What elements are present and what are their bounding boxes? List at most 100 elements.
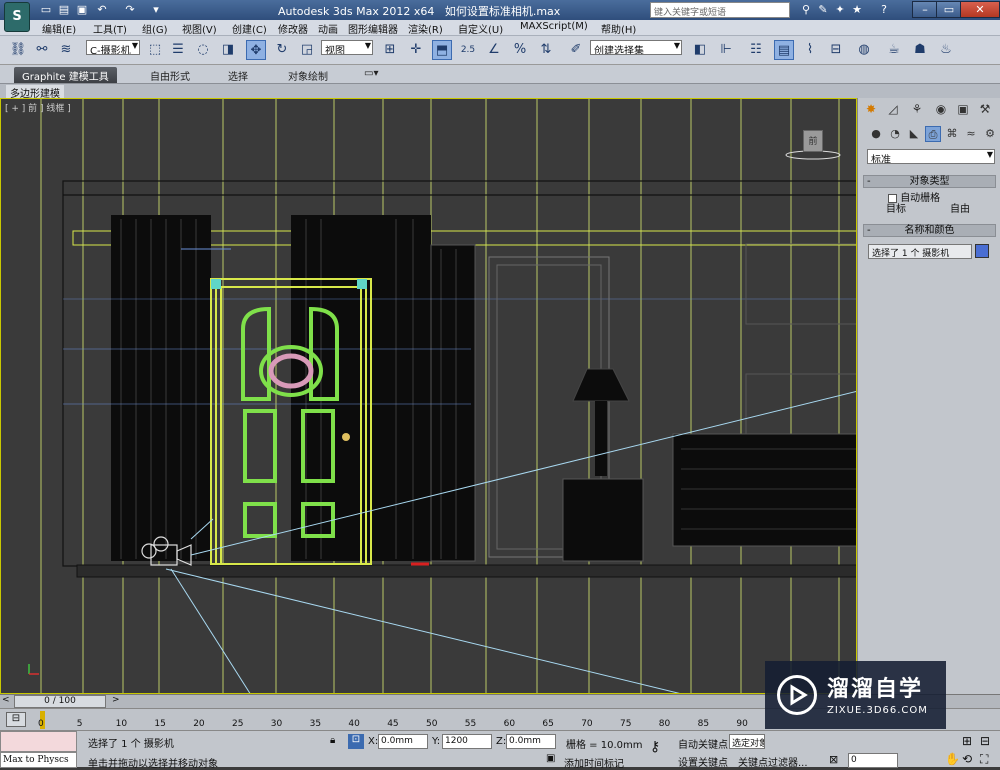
mirror-icon[interactable]: ◧ (690, 40, 710, 60)
tab-selection[interactable]: 选择 (220, 67, 256, 83)
menu-maxscript[interactable]: MAXScript(M) (520, 21, 588, 32)
percent-snap-icon[interactable]: % (510, 40, 530, 60)
create-tab-icon[interactable]: ✸ (863, 101, 879, 117)
pivot-center-icon[interactable]: ⊞ (380, 40, 400, 60)
menu-customize[interactable]: 自定义(U) (458, 21, 503, 36)
open-file-icon[interactable]: ▤ (56, 2, 72, 17)
object-category-dropdown[interactable]: 标准 ▼ (867, 149, 995, 164)
systems-icon[interactable]: ⚙ (982, 126, 998, 142)
autogrid-checkbox[interactable]: 自动栅格 (888, 189, 940, 204)
undo-icon[interactable]: ↶ (94, 2, 110, 17)
align-icon[interactable]: ⊩ (716, 40, 736, 60)
x-coordinate-field[interactable]: 0.0mm (378, 734, 428, 749)
select-and-move-icon[interactable]: ✥ (246, 40, 266, 60)
utilities-tab-icon[interactable]: ⚒ (977, 101, 993, 117)
snaps-toggle-icon[interactable]: 2.5 (458, 40, 478, 60)
select-object-icon[interactable]: ⬚ (145, 40, 165, 60)
space-warps-icon[interactable]: ≈ (963, 126, 979, 142)
help-icon[interactable]: ? (876, 2, 892, 18)
binoculars-icon[interactable]: ⚲ (798, 2, 814, 18)
name-and-color-rollout[interactable]: - 名称和颜色 (863, 224, 996, 237)
reference-coordinate-dropdown[interactable]: 视图 ▼ (321, 40, 373, 55)
time-tag-icon[interactable]: ▣ (546, 753, 555, 764)
select-and-link-icon[interactable]: ⛓ (8, 40, 28, 60)
layer-manager-icon[interactable]: ☷ (746, 40, 766, 60)
time-slider-next-icon[interactable]: > (112, 695, 120, 705)
display-tab-icon[interactable]: ▣ (955, 101, 971, 117)
menu-animation[interactable]: 动画 (318, 21, 338, 36)
ribbon-options-icon[interactable]: ▭▾ (356, 67, 386, 83)
menu-help[interactable]: 帮助(H) (601, 21, 636, 36)
curve-editor-icon[interactable]: ⌇ (800, 40, 820, 60)
maximize-viewport-icon[interactable]: ⛶ (980, 752, 988, 767)
communication-icon[interactable]: ✦ (832, 2, 848, 18)
menu-views[interactable]: 视图(V) (182, 21, 217, 36)
modify-tab-icon[interactable]: ◿ (885, 101, 901, 117)
current-frame-field[interactable]: 0 (848, 753, 898, 768)
save-file-icon[interactable]: ▣ (74, 2, 90, 17)
object-color-swatch[interactable] (975, 244, 989, 258)
selection-filter-dropdown[interactable]: C-摄影机 ▼ (86, 40, 140, 55)
named-selection-dropdown[interactable]: 创建选择集 ▼ (590, 40, 682, 55)
app-logo-icon[interactable]: S (4, 2, 30, 32)
key-icon[interactable]: ⚷ (650, 739, 660, 755)
absolute-mode-icon[interactable]: ⊡ (348, 734, 364, 749)
help-search-input[interactable]: 键入关键字或短语 (650, 2, 790, 18)
lights-icon[interactable]: ◣ (906, 126, 922, 142)
subscription-icon[interactable]: ✎ (815, 2, 831, 18)
graphite-toggle-icon[interactable]: ▤ (774, 40, 794, 60)
front-viewport[interactable]: [ + ] 前 ] 线框 ] (0, 98, 857, 694)
z-coordinate-field[interactable]: 0.0mm (506, 734, 556, 749)
window-crossing-icon[interactable]: ◨ (218, 40, 238, 60)
quick-access-dropdown-icon[interactable]: ▾ (148, 2, 164, 17)
shapes-icon[interactable]: ◔ (887, 126, 903, 142)
key-target-dropdown[interactable]: 选定对象 (729, 734, 765, 749)
spinner-snap-icon[interactable]: ⇅ (536, 40, 556, 60)
unlink-icon[interactable]: ⚯ (32, 40, 52, 60)
helpers-icon[interactable]: ⌘ (944, 126, 960, 142)
viewport-label[interactable]: [ + ] 前 ] 线框 ] (5, 101, 71, 114)
motion-tab-icon[interactable]: ◉ (933, 101, 949, 117)
object-type-rollout[interactable]: - 对象类型 (863, 175, 996, 188)
menu-rendering[interactable]: 渲染(R) (408, 21, 443, 36)
favorites-icon[interactable]: ★ (849, 2, 865, 18)
redo-icon[interactable]: ↷ (122, 2, 138, 17)
time-slider-thumb[interactable]: 0 / 100 (14, 695, 106, 708)
geometry-icon[interactable]: ● (868, 126, 884, 142)
zoom-extents-icon[interactable]: ⊞ (962, 734, 972, 748)
minimize-button[interactable]: – (912, 1, 938, 18)
y-coordinate-field[interactable]: 1200 (442, 734, 492, 749)
tab-freeform[interactable]: 自由形式 (142, 67, 198, 83)
keyboard-shortcut-override-icon[interactable]: ⬒ (432, 40, 452, 60)
menu-modifiers[interactable]: 修改器 (278, 21, 308, 36)
time-config-icon[interactable]: ⊠ (829, 753, 838, 766)
close-button[interactable]: ✕ (960, 1, 1000, 18)
menu-tools[interactable]: 工具(T) (93, 21, 127, 36)
menu-group[interactable]: 组(G) (142, 21, 168, 36)
menu-create[interactable]: 创建(C) (232, 21, 267, 36)
select-and-manipulate-icon[interactable]: ✛ (406, 40, 426, 60)
select-by-name-icon[interactable]: ☰ (168, 40, 188, 60)
select-and-rotate-icon[interactable]: ↻ (272, 40, 292, 60)
add-time-tag[interactable]: 添加时间标记 (564, 755, 624, 770)
tab-object-paint[interactable]: 对象绘制 (280, 67, 336, 83)
menu-edit[interactable]: 编辑(E) (42, 21, 76, 36)
schematic-view-icon[interactable]: ⊟ (826, 40, 846, 60)
maxscript-listener-input[interactable] (0, 731, 77, 752)
viewcube[interactable]: 前 (803, 130, 823, 152)
select-and-scale-icon[interactable]: ◲ (297, 40, 317, 60)
cameras-icon[interactable]: ⎙ (925, 126, 941, 142)
auto-key-button[interactable]: 自动关键点 (678, 736, 728, 751)
free-camera-button[interactable]: 自由 (930, 203, 990, 217)
time-slider-prev-icon[interactable]: < (2, 695, 10, 705)
new-file-icon[interactable]: ▭ (38, 2, 54, 17)
zoom-extents-all-icon[interactable]: ⊟ (980, 734, 990, 748)
menu-graph-editors[interactable]: 图形编辑器 (348, 21, 398, 36)
material-editor-icon[interactable]: ◍ (854, 40, 874, 60)
object-name-field[interactable]: 选择了 1 个 摄影机 (868, 244, 972, 259)
hierarchy-tab-icon[interactable]: ⚘ (909, 101, 925, 117)
target-camera-button[interactable]: 目标 (866, 203, 926, 217)
orbit-icon[interactable]: ⟲ (962, 752, 972, 766)
render-production-icon[interactable]: ♨ (936, 40, 956, 60)
selection-lock-icon[interactable]: 🔒︎ (330, 735, 335, 746)
